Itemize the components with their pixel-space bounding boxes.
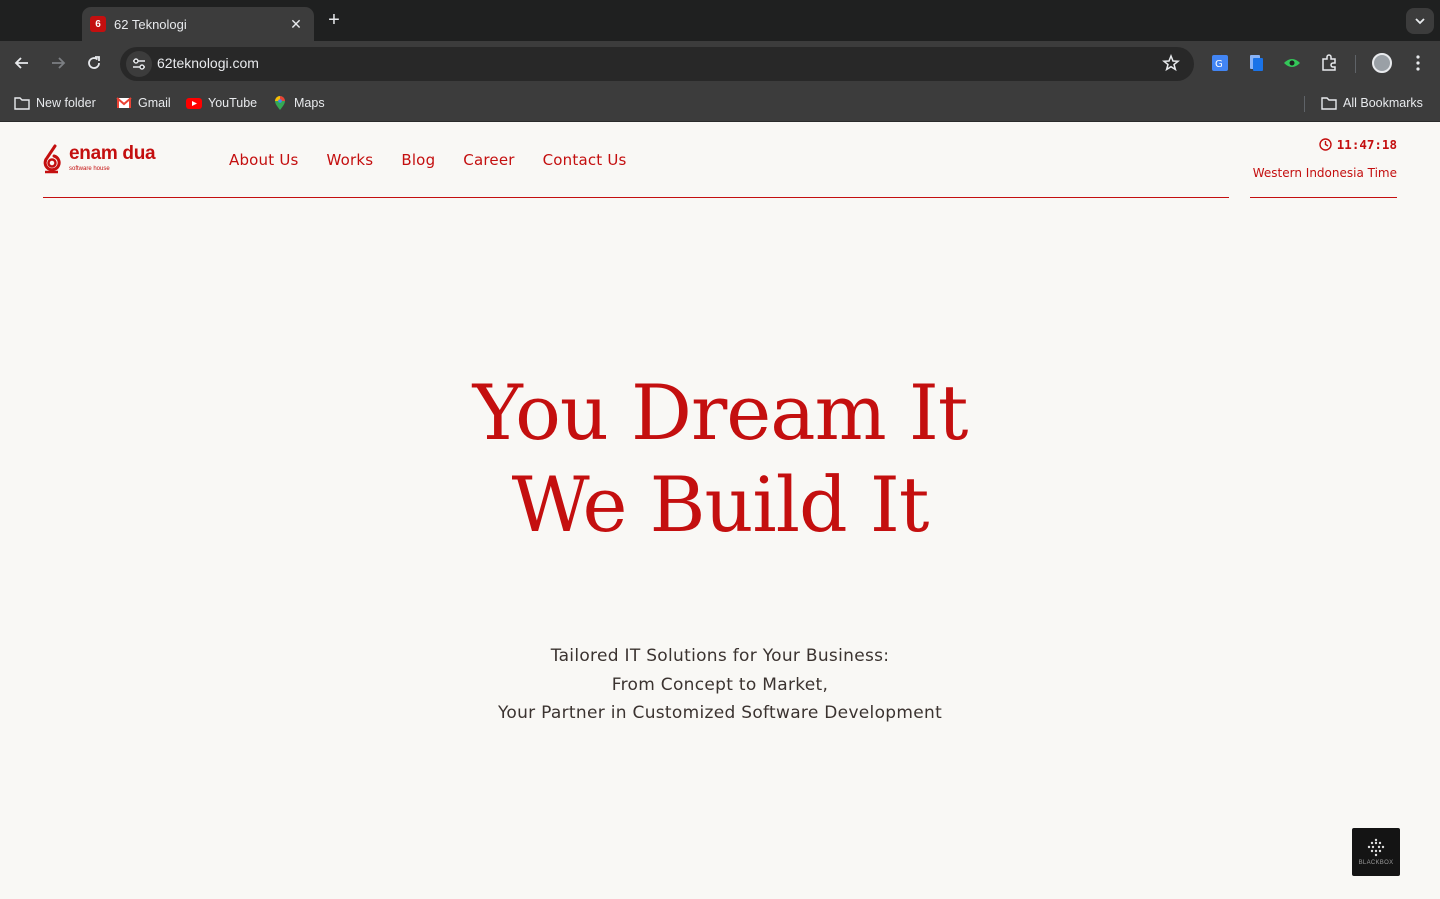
- puzzle-icon: [1322, 54, 1336, 71]
- tune-icon: [133, 58, 145, 70]
- all-bookmarks-button[interactable]: All Bookmarks: [1321, 95, 1423, 111]
- youtube-icon: [186, 95, 202, 111]
- forward-arrow-icon: [52, 57, 66, 69]
- bookmark-new-folder[interactable]: New folder: [14, 95, 96, 111]
- site-info-button[interactable]: [126, 51, 152, 77]
- kebab-menu-icon: [1416, 55, 1420, 71]
- blackbox-label: BLACKBOX: [1358, 860, 1394, 866]
- web-page: enam dua software house About Us Works B…: [0, 122, 1440, 899]
- bookmark-label: YouTube: [208, 96, 258, 110]
- header-divider: [43, 197, 1229, 198]
- maps-icon: [272, 95, 288, 111]
- folder-icon: [14, 95, 30, 111]
- forward-button[interactable]: [46, 51, 70, 75]
- bookmark-label: Maps: [294, 96, 325, 110]
- site-favicon-icon: 6: [90, 16, 106, 32]
- nav-about-us[interactable]: About Us: [229, 151, 299, 169]
- hero-line-1: You Dream It: [472, 368, 969, 457]
- new-tab-button[interactable]: +: [322, 10, 346, 32]
- bookmark-youtube[interactable]: YouTube: [186, 95, 257, 111]
- eye-icon: [1284, 59, 1300, 67]
- hero-heading: You Dream It We Build It: [0, 367, 1440, 551]
- close-tab-icon[interactable]: ✕: [288, 16, 304, 33]
- clock-timezone: Western Indonesia Time: [1252, 166, 1397, 180]
- clock: 11:47:18: [1319, 137, 1397, 152]
- nav-career[interactable]: Career: [463, 151, 514, 169]
- browser-toolbar: 62teknologi.com G: [0, 41, 1440, 86]
- chevron-down-icon: [1415, 18, 1425, 25]
- bookmark-label: New folder: [36, 96, 96, 110]
- translate-icon: G: [1212, 55, 1228, 71]
- profile-avatar[interactable]: [1372, 53, 1392, 73]
- logo-six-icon: [43, 144, 61, 174]
- back-arrow-icon: [14, 57, 28, 69]
- nav-works[interactable]: Works: [327, 151, 374, 169]
- bookmark-label: Gmail: [138, 96, 171, 110]
- document-icon: [1250, 55, 1263, 71]
- hero-line-2: We Build It: [511, 460, 930, 549]
- back-button[interactable]: [10, 51, 34, 75]
- dot-grid-icon: [1367, 838, 1385, 857]
- gmail-icon: [116, 95, 132, 111]
- active-tab[interactable]: 6 62 Teknologi ✕: [82, 7, 314, 41]
- tab-strip: 6 62 Teknologi ✕ +: [0, 0, 1440, 41]
- subtitle-line-1: Tailored IT Solutions for Your Business:: [550, 646, 890, 666]
- bookmark-gmail[interactable]: Gmail: [116, 95, 171, 111]
- address-bar[interactable]: 62teknologi.com: [120, 47, 1194, 81]
- logo-tagline: software house: [69, 166, 110, 172]
- star-icon: [1162, 53, 1180, 72]
- translate-extension-button[interactable]: G: [1210, 53, 1230, 73]
- browser-menu-button[interactable]: [1408, 53, 1428, 73]
- reload-icon: [88, 56, 100, 69]
- nav-contact-us[interactable]: Contact Us: [543, 151, 627, 169]
- eye-extension-button[interactable]: [1282, 53, 1302, 73]
- bookmarks-bar: New folder Gmail YouTube Maps All Bookma…: [0, 86, 1440, 122]
- logo-name: enam dua: [69, 143, 156, 164]
- site-logo[interactable]: enam dua software house: [43, 143, 156, 174]
- folder-icon: [1321, 95, 1337, 111]
- main-nav: About Us Works Blog Career Contact Us: [229, 151, 627, 169]
- toolbar-divider: [1355, 55, 1356, 73]
- url-text[interactable]: 62teknologi.com: [157, 55, 259, 71]
- clock-icon: [1319, 138, 1332, 151]
- bookmarks-divider: [1304, 96, 1305, 112]
- subtitle-line-2: From Concept to Market,: [611, 674, 829, 695]
- nav-blog[interactable]: Blog: [401, 151, 435, 169]
- hero-subtitle: Tailored IT Solutions for Your Business:…: [0, 642, 1440, 728]
- bookmark-maps[interactable]: Maps: [272, 95, 325, 111]
- clock-divider: [1250, 197, 1397, 198]
- tab-search-button[interactable]: [1406, 8, 1434, 34]
- tab-title: 62 Teknologi: [114, 16, 187, 32]
- svg-text:G: G: [1215, 59, 1223, 70]
- clock-time: 11:47:18: [1336, 137, 1397, 152]
- bookmark-star-button[interactable]: [1162, 53, 1180, 77]
- docs-extension-button[interactable]: [1246, 53, 1266, 73]
- blackbox-widget-button[interactable]: BLACKBOX: [1352, 828, 1400, 876]
- all-bookmarks-label: All Bookmarks: [1343, 96, 1423, 110]
- subtitle-line-3: Your Partner in Customized Software Deve…: [497, 703, 943, 723]
- reload-button[interactable]: [82, 51, 106, 75]
- extensions-button[interactable]: [1319, 53, 1339, 73]
